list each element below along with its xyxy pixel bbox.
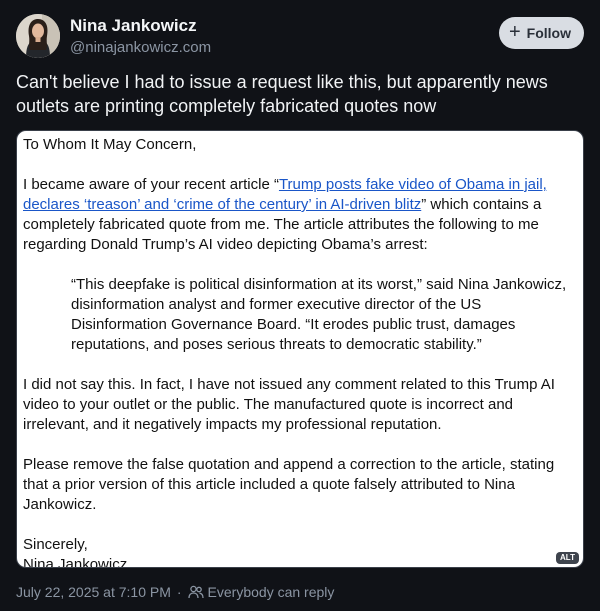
letter-closing: Sincerely, <box>23 536 88 553</box>
letter-paragraph-1-start: I became aware of your recent article “ <box>23 176 279 193</box>
alt-badge[interactable]: ALT <box>556 552 579 564</box>
letter-quote: “This deepfake is political disinformati… <box>71 276 567 353</box>
follow-button-label: Follow <box>526 25 571 41</box>
reply-setting-label: Everybody can reply <box>207 584 335 600</box>
letter: To Whom It May Concern, I became aware o… <box>23 135 579 568</box>
author-handle[interactable]: @ninajankowicz.com <box>70 39 211 56</box>
post-header: Nina Jankowicz @ninajankowicz.com + Foll… <box>16 14 584 60</box>
letter-signature: Nina Jankowicz <box>23 556 128 568</box>
author-name[interactable]: Nina Jankowicz <box>70 16 197 36</box>
post-text: Can't believe I had to issue a request l… <box>16 72 548 116</box>
follow-button[interactable]: + Follow <box>498 17 584 49</box>
reply-setting: Everybody can reply <box>187 584 335 600</box>
people-icon <box>187 585 204 599</box>
post-image[interactable]: To Whom It May Concern, I became aware o… <box>16 130 584 568</box>
post-footer: July 22, 2025 at 7:10 PM · Everybody can… <box>16 584 334 600</box>
avatar[interactable] <box>16 14 60 58</box>
avatar-photo <box>16 14 60 58</box>
plus-icon: + <box>508 21 521 43</box>
letter-paragraph-3: Please remove the false quotation and ap… <box>23 456 555 513</box>
letter-paragraph-2: I did not say this. In fact, I have not … <box>23 376 555 433</box>
letter-salutation: To Whom It May Concern, <box>23 136 197 153</box>
post-timestamp[interactable]: July 22, 2025 at 7:10 PM <box>16 584 171 600</box>
post: Nina Jankowicz @ninajankowicz.com + Foll… <box>0 0 600 611</box>
letter-paragraph-1: I became aware of your recent article “T… <box>23 175 579 255</box>
separator-dot: · <box>176 584 182 600</box>
